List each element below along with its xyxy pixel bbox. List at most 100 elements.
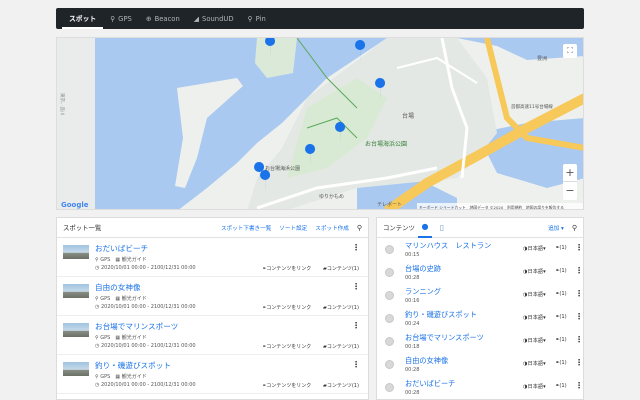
content-count[interactable]: ▰コンテンツ(1) xyxy=(323,265,359,272)
content-row[interactable]: 台場の史跡 00:28 ◑日本語▾ ⚭(1) ⋮ xyxy=(377,262,583,285)
sort-settings-button[interactable]: ソート設定 xyxy=(279,224,307,232)
link-content-button[interactable]: ⚭コンテンツをリンク xyxy=(262,382,311,389)
language-select[interactable]: ◑日本語▾ xyxy=(523,383,546,390)
link-count: ⚭(1) xyxy=(555,268,567,274)
content-duration: 00:24 xyxy=(405,321,420,327)
category-icon: ▦ xyxy=(115,257,121,263)
more-menu-icon[interactable]: ⋮ xyxy=(575,381,583,390)
more-menu-icon[interactable]: ⋮ xyxy=(575,312,583,321)
link-count-label: (1) xyxy=(559,268,567,274)
content-name[interactable]: 台場の史跡 xyxy=(405,264,441,274)
more-menu-icon[interactable]: ⋮ xyxy=(575,289,583,298)
tab-soundud[interactable]: ◢ SoundUD xyxy=(187,8,241,29)
map-label-toyosu: 豊洲 xyxy=(537,55,547,62)
play-radio[interactable] xyxy=(385,268,394,277)
map-label-yurikamome: ゆりかもめ xyxy=(319,193,344,200)
play-radio[interactable] xyxy=(385,314,394,323)
map-pin-icon: ⚲ xyxy=(110,14,116,23)
add-content-button[interactable]: 追加 ▾ xyxy=(548,224,564,232)
tab-audio[interactable]: ● xyxy=(417,218,432,238)
content-name[interactable]: おだいばビーチ xyxy=(405,379,455,389)
spot-name[interactable]: おだいばビーチ xyxy=(95,243,148,254)
more-menu-icon[interactable]: ⋮ xyxy=(575,335,583,344)
content-count[interactable]: ▰コンテンツ(1) xyxy=(323,382,359,389)
play-radio[interactable] xyxy=(385,383,394,392)
tab-spot[interactable]: スポット xyxy=(62,8,104,29)
content-name[interactable]: マリンハウス レストラン xyxy=(405,241,491,251)
tab-gps-label: GPS xyxy=(118,14,132,23)
spot-name[interactable]: 自由の女神像 xyxy=(95,282,141,293)
content-name[interactable]: 釣り・磯遊びスポット xyxy=(405,310,477,320)
play-radio[interactable] xyxy=(385,245,394,254)
play-radio[interactable] xyxy=(385,360,394,369)
content-name[interactable]: 自由の女神像 xyxy=(405,356,448,366)
content-row[interactable]: おだいばビーチ 00:28 ◑日本語▾ ⚭(1) ⋮ xyxy=(377,377,583,400)
content-row[interactable]: お台場でマリンスポーツ 00:18 ◑日本語▾ ⚭(1) ⋮ xyxy=(377,331,583,354)
tab-gps[interactable]: ⚲ GPS xyxy=(103,8,139,29)
zoom-in-button[interactable]: + xyxy=(563,164,577,182)
create-spot-button[interactable]: スポット作成 xyxy=(315,224,349,232)
spot-item[interactable]: お台場でマリンスポーツ ⚲ GPS ▦ 観光ガイド ◷ 2020/10/01 0… xyxy=(57,316,368,355)
link-content-button[interactable]: ⚭コンテンツをリンク xyxy=(262,304,311,311)
spot-item[interactable]: 自由の女神像 ⚲ GPS ▦ 観光ガイド ◷ 2020/10/01 00:00 … xyxy=(57,277,368,316)
content-name[interactable]: ランニング xyxy=(405,287,441,297)
spot-thumbnail xyxy=(63,284,89,298)
play-radio[interactable] xyxy=(385,291,394,300)
more-menu-icon[interactable]: ⋮ xyxy=(352,321,360,330)
link-content-button[interactable]: ⚭コンテンツをリンク xyxy=(262,265,311,272)
spot-type: GPS xyxy=(100,257,111,263)
content-name[interactable]: お台場でマリンスポーツ xyxy=(405,333,484,343)
content-count[interactable]: ▰コンテンツ(1) xyxy=(323,304,359,311)
speech-bubble-icon: ● xyxy=(421,222,429,231)
content-row[interactable]: マリンハウス レストラン 00:15 ◑日本語▾ ⚭(1) ⋮ xyxy=(377,239,583,262)
language-select[interactable]: ◑日本語▾ xyxy=(523,314,546,321)
language-select[interactable]: ◑日本語▾ xyxy=(523,337,546,344)
link-count-label: (1) xyxy=(559,383,567,389)
tab-beacon[interactable]: ⊕ Beacon xyxy=(139,8,187,29)
content-row[interactable]: 釣り・磯遊びスポット 00:24 ◑日本語▾ ⚭(1) ⋮ xyxy=(377,308,583,331)
language-select[interactable]: ◑日本語▾ xyxy=(523,245,546,252)
map-attribution[interactable]: キーボード ショートカット 地図データ ©2020 利用規約 地図の誤りを報告す… xyxy=(419,205,564,210)
more-menu-icon[interactable]: ⋮ xyxy=(575,243,583,252)
more-menu-icon[interactable]: ⋮ xyxy=(575,266,583,275)
content-duration: 00:28 xyxy=(405,390,420,396)
map-canvas[interactable]: 台場 お台場海浜公園 お台場海浜公園 豊洲 ゆりかもめ テレポート 東京、品川 … xyxy=(57,38,584,210)
tab-beacon-label: Beacon xyxy=(154,14,180,23)
zoom-out-button[interactable]: − xyxy=(563,182,577,199)
category-icon: ▦ xyxy=(115,296,121,302)
search-icon[interactable]: ⚲ xyxy=(357,224,362,232)
spot-name[interactable]: 釣り・磯遊びスポット xyxy=(95,360,171,371)
clock-icon: ◷ xyxy=(95,304,100,310)
more-menu-icon[interactable]: ⋮ xyxy=(352,282,360,291)
spot-meta: ⚲ GPS ▦ 観光ガイド xyxy=(95,334,147,341)
language-select[interactable]: ◑日本語▾ xyxy=(523,291,546,298)
spot-item[interactable]: 釣り・磯遊びスポット ⚲ GPS ▦ 観光ガイド ◷ 2020/10/01 00… xyxy=(57,355,368,394)
spot-item[interactable]: おだいばビーチ ⚲ GPS ▦ 観光ガイド ◷ 2020/10/01 00:00… xyxy=(57,238,368,277)
link-content-label: コンテンツをリンク xyxy=(266,344,312,350)
link-content-label: コンテンツをリンク xyxy=(266,383,312,389)
search-icon[interactable]: ⚲ xyxy=(572,224,577,232)
beacon-icon: ⊕ xyxy=(145,14,152,23)
content-row[interactable]: 自由の女神像 00:28 ◑日本語▾ ⚭(1) ⋮ xyxy=(377,354,583,377)
content-row[interactable]: ランニング 00:16 ◑日本語▾ ⚭(1) ⋮ xyxy=(377,285,583,308)
map-view[interactable]: 台場 お台場海浜公園 お台場海浜公園 豊洲 ゆりかもめ テレポート 東京、品川 … xyxy=(56,37,584,210)
more-menu-icon[interactable]: ⋮ xyxy=(352,243,360,252)
draft-list-button[interactable]: スポット下書き一覧 xyxy=(221,224,271,232)
content-count[interactable]: ▰コンテンツ(1) xyxy=(323,343,359,350)
tab-document[interactable]: ▯ xyxy=(435,218,449,238)
spot-list-title: スポット一覧 xyxy=(63,224,102,232)
link-content-button[interactable]: ⚭コンテンツをリンク xyxy=(262,343,311,350)
fullscreen-button[interactable]: ⛶ xyxy=(563,44,577,58)
spot-meta: ⚲ GPS ▦ 観光ガイド xyxy=(95,295,147,302)
map-pin-icon: ⚲ xyxy=(95,257,99,263)
play-radio[interactable] xyxy=(385,337,394,346)
spot-name[interactable]: お台場でマリンスポーツ xyxy=(95,321,178,332)
content-duration: 00:18 xyxy=(405,344,420,350)
more-menu-icon[interactable]: ⋮ xyxy=(352,360,360,369)
language-select[interactable]: ◑日本語▾ xyxy=(523,360,546,367)
more-menu-icon[interactable]: ⋮ xyxy=(575,358,583,367)
tab-pin[interactable]: ⚲ Pin xyxy=(241,8,273,29)
clock-icon: ◷ xyxy=(95,265,100,271)
language-select[interactable]: ◑日本語▾ xyxy=(523,268,546,275)
language-label: 日本語 xyxy=(527,292,544,298)
